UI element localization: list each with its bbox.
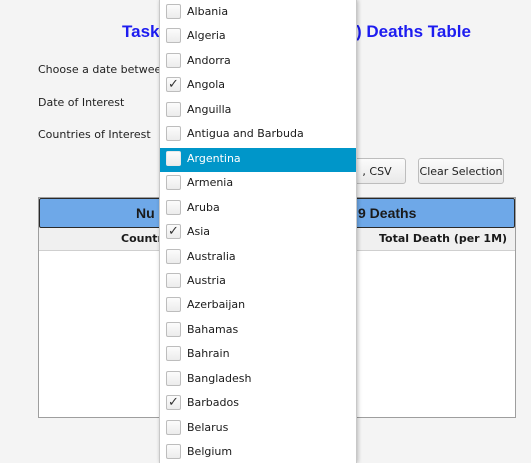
dropdown-item-label: Belgium [187,445,233,459]
check-icon: ✓ [168,395,179,411]
dropdown-item-label: Algeria [187,29,226,43]
dropdown-item-label: Bahamas [187,322,239,336]
checkbox[interactable] [166,101,181,117]
dropdown-item-label: Andorra [187,53,231,67]
dropdown-item[interactable]: Belarus [160,417,356,441]
dropdown-item[interactable]: Aruba [160,197,356,221]
page-title-left: Task [122,22,160,41]
dropdown-item-label: Bahrain [187,347,230,361]
dropdown-item[interactable]: Bahamas [160,319,356,343]
checkbox[interactable] [166,4,181,19]
dropdown-item-label: Austria [187,273,226,287]
dropdown-item-label: Australia [187,249,236,263]
column-header-total-death[interactable]: Total Death (per 1M) [379,232,507,245]
checkbox[interactable] [166,52,181,68]
checkbox[interactable] [166,28,181,44]
dropdown-item[interactable]: Anguilla [160,99,356,123]
checkbox[interactable] [166,199,181,215]
checkbox[interactable]: ✓ [166,395,181,411]
column-header-country[interactable]: Countr [121,232,163,245]
checkbox[interactable] [166,419,181,435]
dropdown-item-label: Antigua and Barbuda [187,127,304,141]
table-title-left: Nu [136,205,155,221]
dropdown-item-label: Anguilla [187,102,232,116]
clear-selection-button[interactable]: Clear Selection [418,158,504,184]
countries-of-interest-label: Countries of Interest [38,128,151,141]
dropdown-item[interactable]: Andorra [160,50,356,74]
dropdown-item[interactable]: ✓ Angola [160,74,356,98]
dropdown-item[interactable]: ✓ Barbados [160,392,356,416]
dropdown-item-label: Angola [187,78,226,92]
choose-date-label: Choose a date between [38,63,169,76]
checkbox[interactable]: ✓ [166,224,181,240]
checkbox[interactable] [166,346,181,362]
dropdown-item[interactable]: Belgium [160,441,356,463]
page-title-right: ) Deaths Table [356,22,471,41]
dropdown-item-label: Belarus [187,420,229,434]
dropdown-item[interactable]: Antigua and Barbuda [160,123,356,147]
dropdown-item[interactable]: Argentina [160,147,356,172]
checkbox[interactable] [166,321,181,337]
checkbox[interactable] [166,126,181,142]
dropdown-item[interactable]: Bahrain [160,343,356,367]
checkbox[interactable] [166,272,181,288]
dropdown-item[interactable]: Australia [160,246,356,270]
dropdown-item-label: Azerbaijan [187,298,246,312]
dropdown-item-label: Asia [187,225,211,239]
dropdown-item-label: Barbados [187,396,239,410]
dropdown-item[interactable]: Algeria [160,25,356,49]
dropdown-item[interactable]: Albania [160,1,356,25]
checkbox[interactable] [166,175,181,191]
checkbox[interactable] [166,370,181,386]
dropdown-item-label: Argentina [187,151,241,165]
check-icon: ✓ [168,224,179,240]
checkbox[interactable] [166,297,181,313]
date-of-interest-label: Date of Interest [38,96,125,109]
table-title-right: 9 Deaths [358,205,417,221]
checkbox[interactable] [166,444,181,460]
dropdown-item[interactable]: Austria [160,270,356,294]
dropdown-item[interactable]: Azerbaijan [160,294,356,318]
check-icon: ✓ [168,77,179,93]
checkbox[interactable] [166,150,181,166]
dropdown-item-label: Aruba [187,200,220,214]
checkbox[interactable]: ✓ [166,77,181,93]
dropdown-item-label: Armenia [187,176,234,190]
countries-dropdown-list[interactable]: Albania Algeria Andorra ✓ Angola Anguilla Anti… [159,0,357,463]
checkbox[interactable] [166,248,181,264]
dropdown-item-label: Bangladesh [187,371,252,385]
dropdown-item[interactable]: Armenia [160,172,356,196]
dropdown-item[interactable]: ✓ Asia [160,221,356,245]
dropdown-item-label: Albania [187,5,229,18]
dropdown-item[interactable]: Bangladesh [160,368,356,392]
